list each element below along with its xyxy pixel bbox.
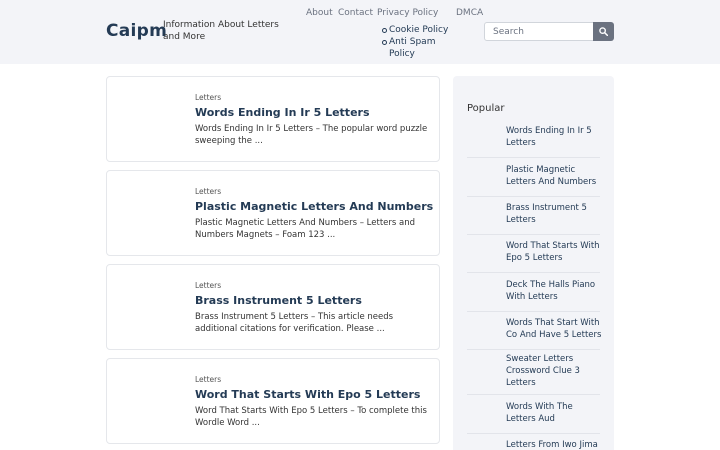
- popular-item-thumbnail[interactable]: [467, 120, 499, 152]
- nav-about[interactable]: About: [306, 8, 333, 18]
- nav-dmca[interactable]: DMCA: [456, 8, 483, 18]
- popular-item[interactable]: Brass Instrument 5 Letters: [467, 197, 600, 235]
- search-icon: [599, 27, 608, 36]
- popular-item[interactable]: Sweater Letters Crossword Clue 3 Letters: [467, 350, 600, 395]
- post-category[interactable]: Letters: [195, 93, 221, 102]
- post-thumbnail[interactable]: [119, 371, 183, 433]
- post-card[interactable]: Letters Plastic Magnetic Letters And Num…: [106, 170, 440, 256]
- popular-item-title[interactable]: Sweater Letters Crossword Clue 3 Letters: [506, 353, 602, 389]
- post-thumbnail[interactable]: [119, 183, 183, 245]
- nav-cookie-policy[interactable]: Cookie Policy: [382, 24, 462, 36]
- nav-contact[interactable]: Contact: [338, 8, 373, 18]
- popular-item-title[interactable]: Letters From Iwo Jima: [506, 439, 602, 450]
- post-excerpt: Words Ending In Ir 5 Letters – The popul…: [195, 124, 428, 146]
- post-category[interactable]: Letters: [195, 375, 221, 384]
- popular-item[interactable]: Word That Starts With Epo 5 Letters: [467, 235, 600, 273]
- post-category[interactable]: Letters: [195, 281, 221, 290]
- post-title[interactable]: Brass Instrument 5 Letters: [195, 294, 435, 307]
- popular-item-thumbnail[interactable]: [467, 434, 499, 450]
- popular-item[interactable]: Words That Start With Co And Have 5 Lett…: [467, 312, 602, 350]
- popular-item-title[interactable]: Brass Instrument 5 Letters: [506, 202, 602, 226]
- popular-item-thumbnail[interactable]: [467, 273, 499, 305]
- site-header: Caipm Information About Letters and More…: [0, 0, 720, 64]
- search-input[interactable]: [484, 22, 594, 41]
- popular-item[interactable]: Words With The Letters Aud: [467, 395, 600, 434]
- search-button[interactable]: [593, 22, 614, 41]
- popular-item[interactable]: Plastic Magnetic Letters And Numbers: [467, 158, 600, 197]
- popular-item-title[interactable]: Plastic Magnetic Letters And Numbers: [506, 164, 602, 188]
- post-title[interactable]: Plastic Magnetic Letters And Numbers: [195, 200, 435, 213]
- post-category[interactable]: Letters: [195, 187, 221, 196]
- post-card[interactable]: Letters Brass Instrument 5 Letters Brass…: [106, 264, 440, 350]
- post-title[interactable]: Words Ending In Ir 5 Letters: [195, 106, 435, 119]
- post-excerpt: Brass Instrument 5 Letters – This articl…: [195, 312, 394, 334]
- site-tagline: Information About Letters and More: [163, 20, 279, 42]
- popular-item-title[interactable]: Words That Start With Co And Have 5 Lett…: [506, 317, 602, 341]
- popular-item-title[interactable]: Word That Starts With Epo 5 Letters: [506, 240, 602, 264]
- post-thumbnail[interactable]: [119, 277, 183, 339]
- post-excerpt: Word That Starts With Epo 5 Letters – To…: [195, 406, 427, 428]
- popular-item[interactable]: Deck The Halls Piano With Letters: [467, 273, 600, 312]
- privacy-submenu: Cookie Policy Anti Spam Policy: [382, 24, 462, 60]
- popular-item[interactable]: Letters From Iwo Jima: [467, 434, 600, 450]
- post-thumbnail[interactable]: [119, 89, 183, 151]
- popular-item-thumbnail[interactable]: [467, 197, 499, 229]
- sidebar-heading: Popular: [467, 103, 505, 114]
- site-logo[interactable]: Caipm: [106, 21, 167, 41]
- popular-item[interactable]: Words Ending In Ir 5 Letters: [467, 120, 600, 158]
- popular-sidebar: Popular Words Ending In Ir 5 Letters Pla…: [453, 76, 614, 450]
- popular-item-title[interactable]: Words Ending In Ir 5 Letters: [506, 125, 602, 149]
- post-card[interactable]: Letters Word That Starts With Epo 5 Lett…: [106, 358, 440, 444]
- popular-item-thumbnail[interactable]: [467, 158, 499, 190]
- post-card[interactable]: Letters Words Ending In Ir 5 Letters Wor…: [106, 76, 440, 162]
- nav-anti-spam-policy[interactable]: Anti Spam Policy: [382, 36, 462, 60]
- popular-item-thumbnail[interactable]: [467, 395, 499, 427]
- popular-item-thumbnail[interactable]: [467, 235, 499, 267]
- post-title[interactable]: Word That Starts With Epo 5 Letters: [195, 388, 435, 401]
- popular-item-thumbnail[interactable]: [467, 350, 499, 382]
- popular-item-thumbnail[interactable]: [467, 312, 499, 344]
- nav-privacy-policy[interactable]: Privacy Policy: [377, 8, 438, 18]
- popular-item-title[interactable]: Words With The Letters Aud: [506, 401, 602, 425]
- popular-item-title[interactable]: Deck The Halls Piano With Letters: [506, 279, 602, 303]
- post-excerpt: Plastic Magnetic Letters And Numbers – L…: [195, 218, 416, 240]
